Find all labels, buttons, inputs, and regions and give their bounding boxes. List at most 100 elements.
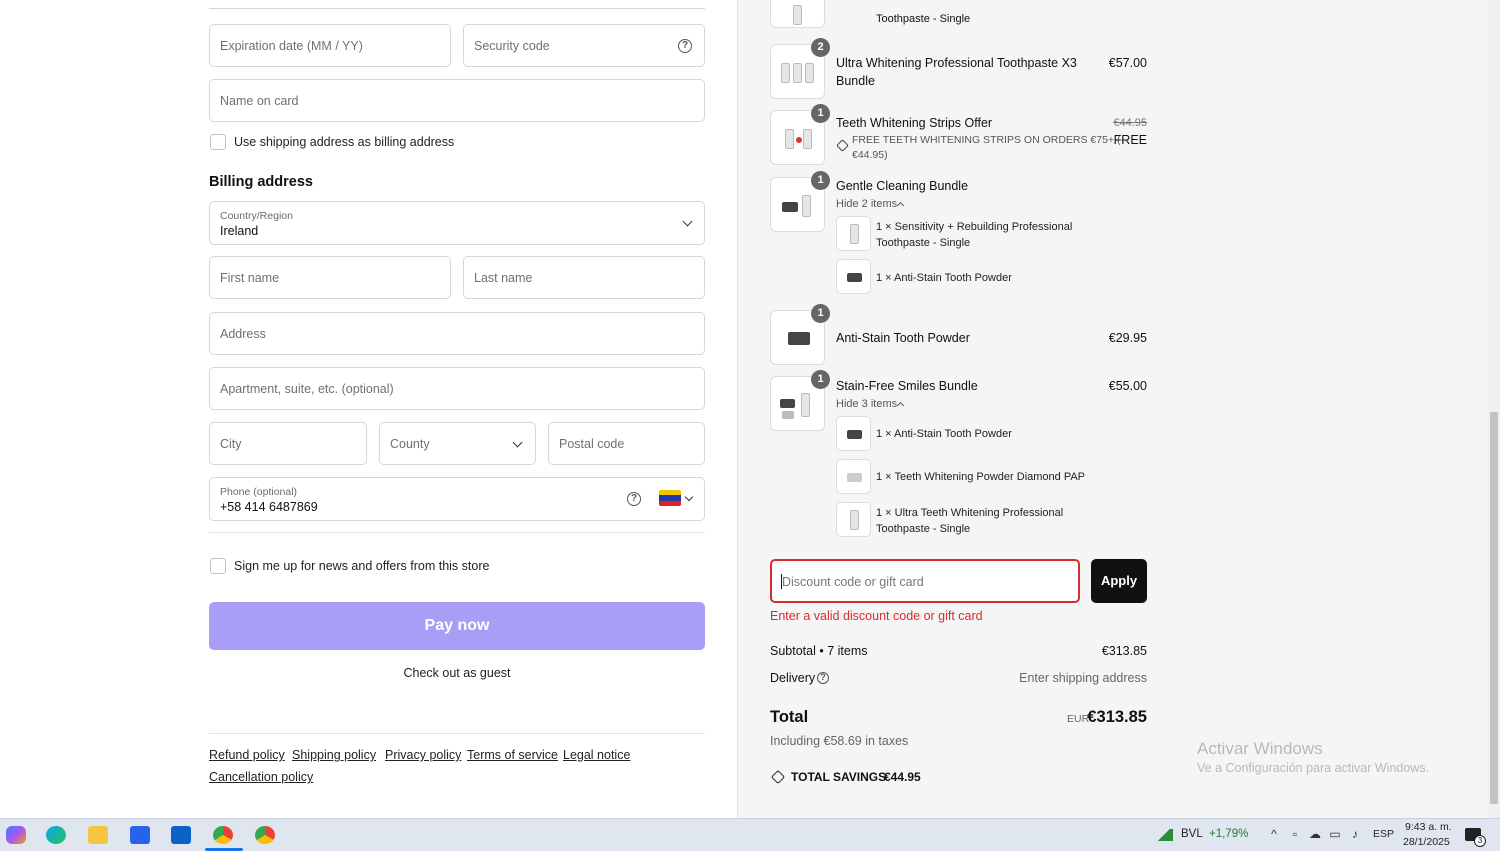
apartment-placeholder: Apartment, suite, etc. (optional): [220, 382, 394, 396]
help-icon[interactable]: ?: [678, 39, 692, 53]
county-select[interactable]: County: [379, 422, 536, 465]
quantity-badge: 1: [811, 370, 830, 389]
country-value: Ireland: [220, 224, 259, 238]
privacy-policy-link[interactable]: Privacy policy: [385, 748, 461, 762]
address-field[interactable]: Address: [209, 312, 705, 355]
total-label: Total: [770, 708, 809, 726]
clock-date[interactable]: 28/1/2025: [1403, 836, 1450, 848]
quantity-badge: 1: [811, 304, 830, 323]
volume-icon[interactable]: ♪: [1348, 827, 1362, 841]
cancellation-policy-link[interactable]: Cancellation policy: [209, 770, 313, 784]
copilot-icon[interactable]: [6, 826, 26, 844]
chrome-icon[interactable]: [213, 826, 233, 844]
edge-icon[interactable]: [46, 826, 66, 844]
powder-jar-image: [782, 202, 798, 212]
onedrive-icon[interactable]: ☁: [1308, 827, 1322, 841]
windows-activation-title: Activar Windows: [1197, 739, 1323, 758]
apartment-field[interactable]: Apartment, suite, etc. (optional): [209, 367, 705, 410]
chrome-icon[interactable]: [255, 826, 275, 844]
subtotal-value: €313.85: [1101, 644, 1147, 658]
billing-address-title: Billing address: [209, 174, 313, 190]
name-on-card-placeholder: Name on card: [220, 94, 299, 108]
legal-notice-link[interactable]: Legal notice: [563, 748, 630, 762]
county-placeholder: County: [390, 437, 430, 451]
product-price: €55.00: [1108, 379, 1147, 393]
country-label: Country/Region: [220, 210, 293, 222]
quantity-badge: 2: [811, 38, 830, 57]
network-icon[interactable]: ▭: [1328, 827, 1342, 841]
sub-item-thumbnail: [836, 459, 871, 494]
stock-name[interactable]: BVL: [1181, 828, 1203, 840]
product-name-line2: Bundle: [836, 74, 875, 88]
hide-items-toggle[interactable]: Hide 3 items: [836, 398, 897, 410]
discount-placeholder: Discount code or gift card: [782, 575, 924, 589]
use-shipping-label: Use shipping address as billing address: [234, 135, 455, 149]
powder-jar-image: [788, 332, 810, 345]
clock-time[interactable]: 9:43 a. m.: [1405, 821, 1452, 833]
store-icon[interactable]: [130, 826, 150, 844]
product-name: Anti-Stain Tooth Powder: [836, 331, 970, 345]
total-savings-label: TOTAL SAVINGS: [791, 770, 887, 784]
discount-description-line2: €44.95): [852, 149, 888, 161]
delivery-value: Enter shipping address: [1019, 671, 1147, 685]
meet-icon[interactable]: ▫: [1288, 827, 1302, 841]
outlook-icon[interactable]: [171, 826, 191, 844]
postal-code-field[interactable]: Postal code: [548, 422, 705, 465]
sub-item-thumbnail: [836, 502, 871, 537]
newsletter-label: Sign me up for news and offers from this…: [234, 559, 490, 573]
last-name-field[interactable]: Last name: [463, 256, 705, 299]
toothpaste-tube-image: [850, 224, 859, 244]
toothpaste-tube-image: [781, 63, 790, 83]
help-icon[interactable]: ?: [627, 492, 641, 506]
strips-box-image: [785, 129, 794, 149]
shipping-policy-link[interactable]: Shipping policy: [292, 748, 376, 762]
city-field[interactable]: City: [209, 422, 367, 465]
help-icon[interactable]: ?: [817, 672, 829, 684]
toothpaste-tube-image: [850, 510, 859, 530]
phone-label: Phone (optional): [220, 486, 298, 498]
first-name-field[interactable]: First name: [209, 256, 451, 299]
use-shipping-checkbox[interactable]: [210, 134, 226, 150]
file-explorer-icon[interactable]: [88, 826, 108, 844]
powder-jar-image: [847, 473, 862, 482]
sub-item-name: 1 × Anti-Stain Tooth Powder: [876, 272, 1012, 284]
last-name-placeholder: Last name: [474, 271, 533, 285]
country-select[interactable]: Country/Region Ireland: [209, 201, 705, 245]
footer-divider: [209, 733, 705, 734]
divider: [209, 532, 705, 533]
name-on-card-field[interactable]: Name on card: [209, 79, 705, 122]
newsletter-checkbox[interactable]: [210, 558, 226, 574]
address-placeholder: Address: [220, 327, 266, 341]
sub-item-name: 1 × Ultra Teeth Whitening Professional: [876, 507, 1064, 519]
toothpaste-tube-image: [801, 393, 810, 417]
windows-activation-subtitle: Ve a Configuración para activar Windows.: [1197, 761, 1430, 775]
powder-jar-image: [847, 430, 862, 439]
chevron-down-icon: [682, 216, 693, 227]
scrollbar-thumb[interactable]: [1490, 412, 1498, 804]
refund-policy-link[interactable]: Refund policy: [209, 748, 285, 762]
discount-error-message: Enter a valid discount code or gift card: [770, 609, 983, 623]
stock-chart-icon: [1155, 829, 1173, 841]
hide-items-toggle[interactable]: Hide 2 items: [836, 198, 897, 210]
total-savings-value: €44.95: [884, 770, 921, 784]
discount-code-input[interactable]: Discount code or gift card: [770, 559, 1080, 603]
apply-button[interactable]: Apply: [1091, 559, 1147, 603]
notification-count: 3: [1474, 835, 1486, 847]
check-out-as-guest-link[interactable]: Check out as guest: [209, 666, 705, 680]
terms-of-service-link[interactable]: Terms of service: [467, 748, 558, 762]
total-value: €313.85: [1087, 708, 1147, 726]
toothpaste-tube-image: [805, 63, 814, 83]
product-thumbnail: [770, 0, 825, 28]
pay-now-button[interactable]: Pay now: [209, 602, 705, 650]
product-name: Stain-Free Smiles Bundle: [836, 379, 978, 393]
expiration-date-field[interactable]: Expiration date (MM / YY): [209, 24, 451, 67]
product-price: €57.00: [1108, 56, 1147, 70]
product-name: Teeth Whitening Strips Offer: [836, 116, 993, 130]
language-indicator[interactable]: ESP: [1373, 828, 1394, 840]
taxes-note: Including €58.69 in taxes: [770, 734, 909, 748]
phone-field[interactable]: Phone (optional) +58 414 6487869 ?: [209, 477, 705, 521]
venezuela-flag-icon[interactable]: [659, 490, 681, 506]
chevron-up-icon[interactable]: ^: [1267, 827, 1281, 841]
card-number-field-bottom: [209, 8, 705, 9]
security-code-field[interactable]: Security code ?: [463, 24, 705, 67]
